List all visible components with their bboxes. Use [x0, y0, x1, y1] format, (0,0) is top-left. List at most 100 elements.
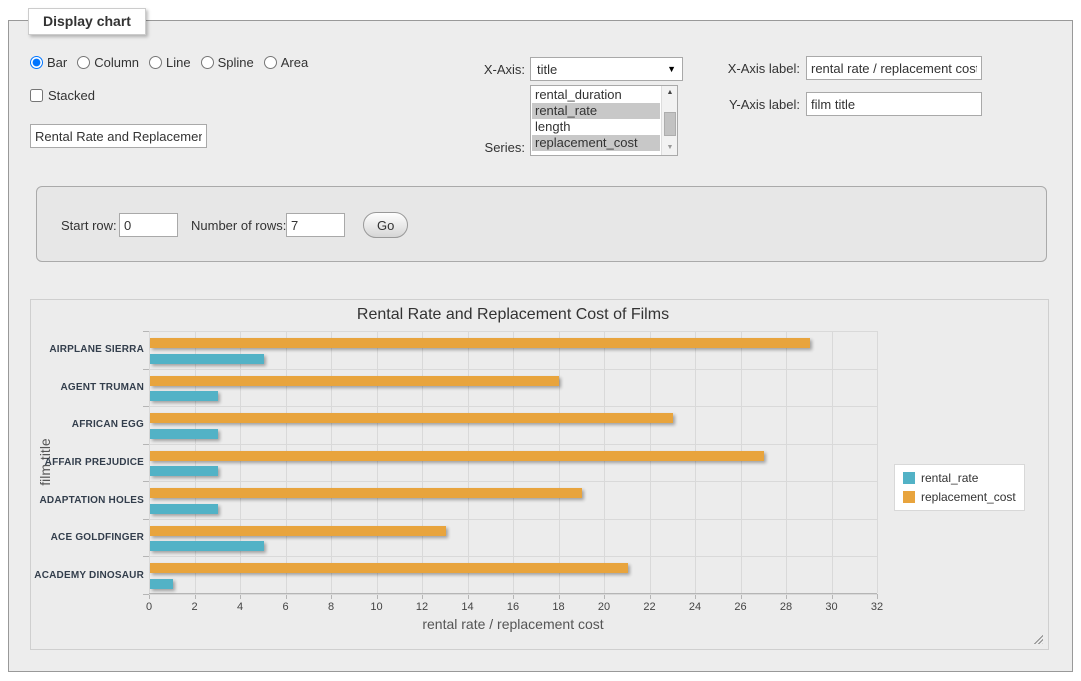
gridline	[468, 331, 469, 593]
x-tick-label: 24	[689, 601, 701, 613]
gridline	[149, 331, 150, 593]
radio-option-line[interactable]: Line	[149, 55, 191, 70]
x-tick-label: 14	[461, 601, 473, 613]
scroll-up-icon[interactable]: ▲	[662, 86, 678, 100]
scroll-down-icon[interactable]: ▼	[662, 141, 678, 155]
legend-swatch-icon	[903, 491, 915, 503]
category-gridline	[149, 406, 877, 407]
gridline	[422, 331, 423, 593]
number-of-rows-label: Number of rows:	[191, 218, 286, 233]
bar-replacement_cost	[150, 563, 628, 573]
x-tick-label: 10	[370, 601, 382, 613]
start-row-input[interactable]	[119, 213, 178, 237]
gridline	[877, 331, 878, 593]
x-tick-label: 28	[780, 601, 792, 613]
y-axis-label-input[interactable]	[806, 92, 982, 116]
series-option-rental_rate[interactable]: rental_rate	[532, 103, 660, 119]
y-tick	[143, 331, 149, 332]
go-button[interactable]: Go	[363, 212, 408, 238]
category-gridline	[149, 556, 877, 557]
legend-label: rental_rate	[921, 471, 978, 485]
y-category-labels: AIRPLANE SIERRAAGENT TRUMANAFRICAN EGGAF…	[31, 331, 144, 594]
radio-option-area[interactable]: Area	[264, 55, 308, 70]
y-category-label: ADAPTATION HOLES	[31, 481, 144, 519]
bar-replacement_cost	[150, 338, 810, 348]
x-tick-label: 6	[282, 601, 288, 613]
radio-option-spline[interactable]: Spline	[201, 55, 254, 70]
bar-replacement_cost	[150, 451, 764, 461]
chevron-down-icon: ▼	[667, 64, 676, 74]
gridline	[286, 331, 287, 593]
y-category-label: ACADEMY DINOSAUR	[31, 556, 144, 594]
rows-panel: Start row: Number of rows: Go	[36, 186, 1047, 262]
y-tick	[143, 594, 149, 595]
x-tick-label: 12	[416, 601, 428, 613]
fieldset-legend: Display chart	[28, 8, 146, 35]
bar-rental_rate	[150, 541, 264, 551]
legend-label: replacement_cost	[921, 490, 1016, 504]
bar-rental_rate	[150, 466, 218, 476]
x-tick-label: 2	[191, 601, 197, 613]
category-gridline	[149, 369, 877, 370]
number-of-rows-input[interactable]	[286, 213, 345, 237]
bar-replacement_cost	[150, 488, 582, 498]
radio-line[interactable]	[149, 56, 162, 69]
series-select-label: Series:	[440, 140, 525, 155]
bar-replacement_cost	[150, 526, 446, 536]
gridline	[377, 331, 378, 593]
y-tick	[143, 519, 149, 520]
radio-bar[interactable]	[30, 56, 43, 69]
radio-label-spline: Spline	[218, 55, 254, 70]
stacked-checkbox[interactable]	[30, 89, 43, 102]
legend-item-replacement_cost[interactable]: replacement_cost	[903, 490, 1016, 504]
resize-handle-icon[interactable]	[1032, 633, 1043, 644]
y-category-label: AIRPLANE SIERRA	[31, 331, 144, 369]
x-tick-label: 26	[734, 601, 746, 613]
radio-area[interactable]	[264, 56, 277, 69]
stacked-checkbox-row: Stacked	[30, 88, 95, 103]
gridline	[195, 331, 196, 593]
series-listbox[interactable]: rental_durationrental_ratelengthreplacem…	[530, 85, 678, 156]
bar-rental_rate	[150, 429, 218, 439]
radio-spline[interactable]	[201, 56, 214, 69]
series-option-length[interactable]: length	[532, 119, 660, 135]
start-row-label: Start row:	[61, 218, 117, 233]
legend-item-rental_rate[interactable]: rental_rate	[903, 471, 1016, 485]
x-axis-title: rental rate / replacement cost	[149, 616, 877, 632]
series-option-replacement_cost[interactable]: replacement_cost	[532, 135, 660, 151]
x-tick-label: 32	[871, 601, 883, 613]
stacked-label: Stacked	[48, 88, 95, 103]
category-gridline	[149, 444, 877, 445]
radio-label-area: Area	[281, 55, 308, 70]
radio-option-column[interactable]: Column	[77, 55, 139, 70]
chart-type-radio-group: Bar Column Line Spline Area	[30, 55, 308, 70]
bar-rental_rate	[150, 354, 264, 364]
radio-column[interactable]	[77, 56, 90, 69]
gridline	[650, 331, 651, 593]
x-tick-label: 30	[825, 601, 837, 613]
x-axis-select[interactable]: title ▼	[530, 57, 683, 81]
series-scrollbar[interactable]: ▲ ▼	[661, 86, 677, 155]
y-tick	[143, 369, 149, 370]
bar-replacement_cost	[150, 413, 673, 423]
chart-title-input[interactable]	[30, 124, 207, 148]
x-axis-selected-value: title	[537, 62, 557, 77]
chart-legend: rental_rate replacement_cost	[894, 464, 1025, 511]
category-gridline	[149, 519, 877, 520]
radio-option-bar[interactable]: Bar	[30, 55, 67, 70]
x-axis-label-input[interactable]	[806, 56, 982, 80]
gridline	[741, 331, 742, 593]
y-tick	[143, 481, 149, 482]
gridline	[513, 331, 514, 593]
legend-swatch-icon	[903, 472, 915, 484]
gridline	[604, 331, 605, 593]
bar-rental_rate	[150, 504, 218, 514]
radio-label-bar: Bar	[47, 55, 67, 70]
scrollbar-thumb[interactable]	[664, 112, 676, 136]
gridline	[559, 331, 560, 593]
series-option-rental_duration[interactable]: rental_duration	[532, 87, 660, 103]
y-category-label: AGENT TRUMAN	[31, 369, 144, 407]
x-tick-label: 0	[146, 601, 152, 613]
gridline	[240, 331, 241, 593]
x-tick-label: 22	[643, 601, 655, 613]
